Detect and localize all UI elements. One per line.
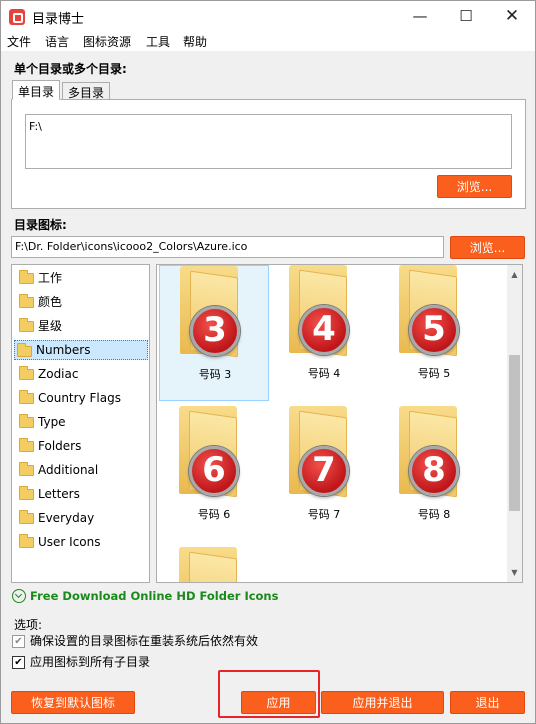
scroll-up-icon[interactable]: ▲ xyxy=(507,267,522,282)
option-persist-row[interactable]: ✔ 确保设置的目录图标在重装系统后依然有效 xyxy=(12,634,258,650)
apply-and-exit-button[interactable]: 应用并退出 xyxy=(321,691,444,714)
tree-item-numbers[interactable]: Numbers xyxy=(14,340,148,360)
folder-icon xyxy=(19,270,34,284)
tree-item-colors[interactable]: 颜色 xyxy=(17,292,152,312)
dir-path-textarea[interactable]: F:\ xyxy=(25,114,512,169)
icon-label: 号码 8 xyxy=(417,508,451,521)
restore-default-button[interactable]: 恢复到默认图标 xyxy=(11,691,135,714)
folder-icon xyxy=(19,510,34,524)
number-badge: 4 xyxy=(299,305,349,355)
number-badge: 5 xyxy=(409,305,459,355)
dirs-label: 单个目录或多个目录: xyxy=(14,62,127,76)
folder-icon xyxy=(19,414,34,428)
single-dir-panel: F:\ 浏览... xyxy=(11,99,526,209)
apply-highlight-frame xyxy=(218,670,320,718)
tab-single-dir[interactable]: 单目录 xyxy=(12,80,61,100)
app-logo-icon xyxy=(9,9,25,25)
download-icons-link[interactable]: Free Download Online HD Folder Icons xyxy=(12,588,278,604)
option-subdirs-row[interactable]: ✔ 应用图标到所有子目录 xyxy=(12,655,150,671)
category-tree: 工作 颜色 星级 Numbers Zodiac Country Flags Ty… xyxy=(11,264,150,583)
menu-language[interactable]: 语言 xyxy=(45,33,69,50)
tab-multi-dir[interactable]: 多目录 xyxy=(62,82,111,100)
minimize-icon[interactable]: — xyxy=(397,1,443,32)
download-icon xyxy=(12,589,26,603)
tree-item-additional[interactable]: Additional xyxy=(17,460,152,480)
number-badge: 8 xyxy=(409,446,459,496)
menu-file[interactable]: 文件 xyxy=(7,33,31,50)
icon-cell[interactable]: 7 号码 7 xyxy=(269,406,379,542)
icon-cell[interactable]: 5 号码 5 xyxy=(379,265,489,401)
tree-item-stars[interactable]: 星级 xyxy=(17,316,152,336)
tree-item-zodiac[interactable]: Zodiac xyxy=(17,364,152,384)
tree-item-country-flags[interactable]: Country Flags xyxy=(17,388,152,408)
checkbox-checked-icon[interactable]: ✔ xyxy=(12,635,25,648)
folder-icon xyxy=(19,534,34,548)
number-badge: 6 xyxy=(189,446,239,496)
icon-cell[interactable] xyxy=(159,547,269,582)
icon-grid: 3 号码 3 4 号码 4 5 号码 5 6 号码 6 7 号码 7 8 号码 … xyxy=(156,264,523,583)
icon-label: 号码 4 xyxy=(307,367,341,380)
icon-path-input[interactable]: F:\Dr. Folder\icons\icooo2_Colors\Azure.… xyxy=(11,236,444,258)
scroll-thumb[interactable] xyxy=(509,355,520,511)
tree-item-folders[interactable]: Folders xyxy=(17,436,152,456)
checkbox-checked-icon[interactable]: ✔ xyxy=(12,656,25,669)
icon-label: 目录图标: xyxy=(14,218,67,232)
folder-icon xyxy=(19,462,34,476)
number-badge: 7 xyxy=(299,446,349,496)
icon-cell[interactable]: 6 号码 6 xyxy=(159,406,269,542)
window-title: 目录博士 xyxy=(32,12,85,27)
folder-open-icon xyxy=(17,343,32,357)
main-window: 目录博士 — ☐ ✕ 文件 语言 图标资源 工具 帮助 单个目录或多个目录: 单… xyxy=(0,0,536,724)
folder-icon xyxy=(19,294,34,308)
icon-label: 号码 3 xyxy=(198,368,232,381)
icon-label: 号码 5 xyxy=(417,367,451,380)
tree-item-type[interactable]: Type xyxy=(17,412,152,432)
dir-browse-button[interactable]: 浏览... xyxy=(437,175,512,198)
menu-tools[interactable]: 工具 xyxy=(146,33,170,50)
scroll-down-icon[interactable]: ▼ xyxy=(507,565,522,580)
icon-cell[interactable]: 3 号码 3 xyxy=(159,265,269,401)
options-label: 选项: xyxy=(14,618,43,632)
icon-label: 号码 6 xyxy=(197,508,231,521)
tree-item-work[interactable]: 工作 xyxy=(17,268,152,288)
tree-item-everyday[interactable]: Everyday xyxy=(17,508,152,528)
folder-icon xyxy=(19,390,34,404)
menu-bar: 文件 语言 图标资源 工具 帮助 xyxy=(1,32,535,51)
folder-icon xyxy=(19,486,34,500)
menu-help[interactable]: 帮助 xyxy=(183,33,207,50)
icon-cell[interactable]: 4 号码 4 xyxy=(269,265,379,401)
icon-label: 号码 7 xyxy=(307,508,341,521)
folder-icon xyxy=(19,438,34,452)
menu-icon-resources[interactable]: 图标资源 xyxy=(83,33,131,50)
close-icon[interactable]: ✕ xyxy=(489,1,535,32)
tree-item-letters[interactable]: Letters xyxy=(17,484,152,504)
tree-item-user-icons[interactable]: User Icons xyxy=(17,532,152,552)
folder-icon xyxy=(19,366,34,380)
title-bar: 目录博士 — ☐ ✕ xyxy=(1,1,535,32)
exit-button[interactable]: 退出 xyxy=(450,691,525,714)
maximize-icon[interactable]: ☐ xyxy=(443,1,489,32)
folder-icon xyxy=(19,318,34,332)
icon-grid-scrollbar[interactable]: ▲ ▼ xyxy=(507,265,522,582)
number-badge: 3 xyxy=(190,306,240,356)
icon-browse-button[interactable]: 浏览... xyxy=(450,236,525,259)
folder-icon xyxy=(179,547,239,582)
icon-cell[interactable]: 8 号码 8 xyxy=(379,406,489,542)
